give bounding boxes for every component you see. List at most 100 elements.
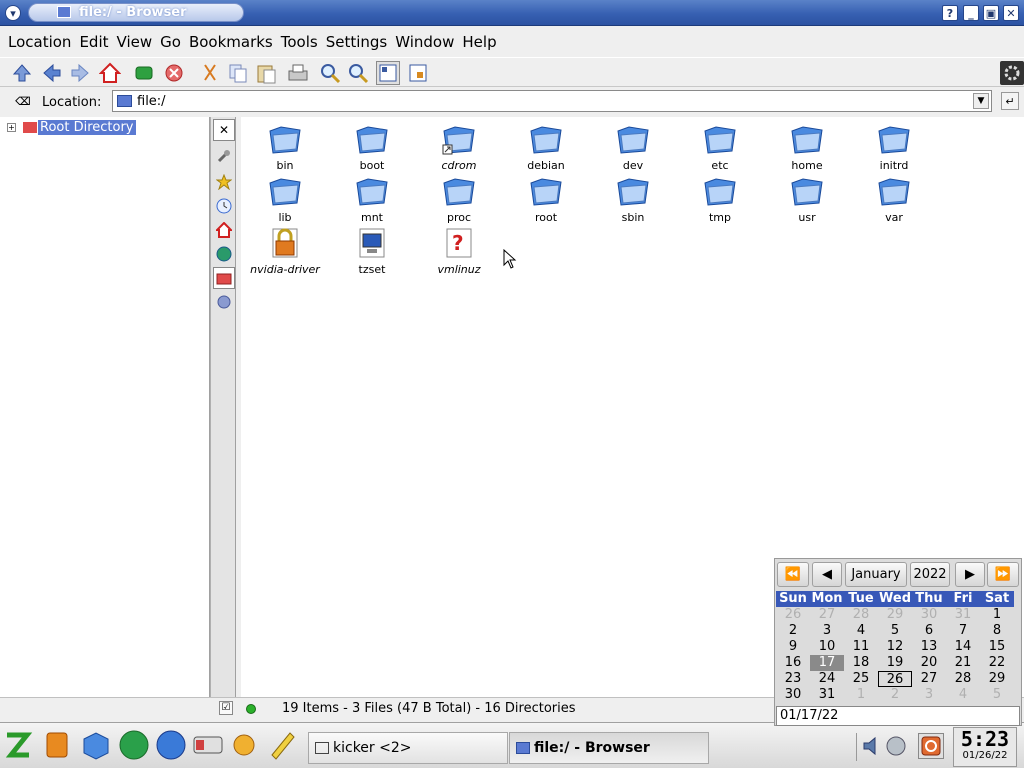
file-item-usr[interactable]: usr	[767, 173, 847, 224]
print-icon[interactable]	[286, 61, 310, 85]
calendar-day[interactable]: 27	[810, 607, 844, 623]
file-item-nvidia-driver[interactable]: nvidia-driver	[245, 225, 325, 276]
calendar-day[interactable]: 5	[878, 623, 912, 639]
task-kicker[interactable]: kicker <2>	[308, 732, 508, 764]
task-browser[interactable]: file:/ - Browser	[509, 732, 709, 764]
user-status-icon[interactable]	[885, 735, 907, 757]
menu-view[interactable]: View	[113, 33, 157, 51]
menu-tools[interactable]: Tools	[277, 33, 322, 51]
minimize-button[interactable]: _	[963, 5, 979, 21]
calendar-day[interactable]: 6	[912, 623, 946, 639]
calendar-day[interactable]: 30	[776, 687, 810, 703]
calendar-day[interactable]: 7	[946, 623, 980, 639]
file-item-sbin[interactable]: sbin	[593, 173, 673, 224]
paste-icon[interactable]	[254, 61, 278, 85]
sidebar-config-icon[interactable]: ☑	[219, 701, 233, 715]
window-titlebar[interactable]: ▾ file:/ - Browser ? _ ▣ ✕	[0, 0, 1024, 26]
maximize-button[interactable]: ▣	[983, 5, 999, 21]
runner-icon[interactable]	[118, 729, 150, 761]
file-item-var[interactable]: var	[854, 173, 934, 224]
forward-icon[interactable]	[68, 61, 92, 85]
file-item-cdrom[interactable]: cdrom	[419, 121, 499, 172]
month-selector[interactable]: January	[845, 562, 907, 587]
calendar-day[interactable]: 8	[980, 623, 1014, 639]
file-item-debian[interactable]: debian	[506, 121, 586, 172]
menu-window[interactable]: Window	[391, 33, 458, 51]
icon-view-icon[interactable]	[376, 61, 400, 85]
file-item-bin[interactable]: bin	[245, 121, 325, 172]
file-item-mnt[interactable]: mnt	[332, 173, 412, 224]
calendar-day[interactable]: 12	[878, 639, 912, 655]
calendar-day[interactable]: 10	[810, 639, 844, 655]
calendar-day[interactable]: 9	[776, 639, 810, 655]
file-item-lib[interactable]: lib	[245, 173, 325, 224]
home-icon[interactable]	[213, 219, 235, 241]
clock-applet[interactable]: 5:23 01/26/22	[953, 727, 1017, 767]
file-item-proc[interactable]: proc	[419, 173, 499, 224]
next-year-button[interactable]: ⏩	[987, 562, 1019, 587]
history-clock-icon[interactable]	[213, 195, 235, 217]
calendar-day[interactable]: 28	[946, 671, 980, 687]
file-item-tzset[interactable]: tzset	[332, 225, 412, 276]
calendar-day[interactable]: 2	[776, 623, 810, 639]
calendar-day[interactable]: 4	[946, 687, 980, 703]
text-editor-icon[interactable]	[266, 729, 298, 761]
calendar-day[interactable]: 31	[810, 687, 844, 703]
calendar-day[interactable]: 28	[844, 607, 878, 623]
next-month-button[interactable]: ▶	[955, 562, 985, 587]
up-icon[interactable]	[10, 61, 34, 85]
wrench-icon[interactable]	[213, 145, 235, 167]
calendar-day[interactable]: 22	[980, 655, 1014, 671]
location-input[interactable]: file:/ ▼	[112, 90, 992, 112]
calendar-day[interactable]: 1	[980, 607, 1014, 623]
calendar-day[interactable]: 24	[810, 671, 844, 687]
calendar-day[interactable]: 19	[878, 655, 912, 671]
root-folder-icon[interactable]	[213, 267, 235, 289]
calendar-day[interactable]: 31	[946, 607, 980, 623]
calendar-day[interactable]: 14	[946, 639, 980, 655]
calendar-day[interactable]: 29	[878, 607, 912, 623]
year-selector[interactable]: 2022	[910, 562, 950, 587]
terminal-icon[interactable]	[192, 731, 224, 759]
calendar-day[interactable]: 29	[980, 671, 1014, 687]
go-button[interactable]: ↵	[1001, 92, 1019, 110]
calendar-day[interactable]: 15	[980, 639, 1014, 655]
file-item-root[interactable]: root	[506, 173, 586, 224]
file-item-initrd[interactable]: initrd	[854, 121, 934, 172]
calendar-day[interactable]: 26	[776, 607, 810, 623]
calendar-day[interactable]: 3	[810, 623, 844, 639]
calendar-day[interactable]: 3	[912, 687, 946, 703]
menu-settings[interactable]: Settings	[322, 33, 392, 51]
kmenu-launcher-icon[interactable]	[3, 729, 33, 761]
zoom-in-icon[interactable]	[318, 61, 342, 85]
menu-go[interactable]: Go	[156, 33, 185, 51]
file-item-boot[interactable]: boot	[332, 121, 412, 172]
file-item-dev[interactable]: dev	[593, 121, 673, 172]
bookmarks-star-icon[interactable]	[213, 171, 235, 193]
date-input[interactable]: 01/17/22	[776, 706, 1020, 726]
calendar-day[interactable]: 4	[844, 623, 878, 639]
tree-item-root[interactable]: Root Directory	[38, 120, 136, 135]
chevron-down-icon[interactable]: ▼	[973, 93, 989, 109]
menu-edit[interactable]: Edit	[75, 33, 112, 51]
expand-icon[interactable]: +	[7, 123, 16, 132]
help-button[interactable]: ?	[942, 5, 958, 21]
calendar-day[interactable]: 23	[776, 671, 810, 687]
close-sidebar-icon[interactable]: ✕	[213, 119, 235, 141]
calendar-day[interactable]: 30	[912, 607, 946, 623]
file-item-home[interactable]: home	[767, 121, 847, 172]
calendar-day[interactable]: 16	[776, 655, 810, 671]
kde-wizard-icon[interactable]	[228, 729, 260, 761]
calendar-day[interactable]: 13	[912, 639, 946, 655]
calendar-grid[interactable]: Sun Mon Tue Wed Thu Fri Sat 26 27 28 29 30 31 1 2 3 4 5 6 7…	[776, 591, 1014, 703]
file-item-tmp[interactable]: tmp	[680, 173, 760, 224]
zoom-out-icon[interactable]	[346, 61, 370, 85]
close-button[interactable]: ✕	[1003, 5, 1019, 21]
calendar-day[interactable]: 17	[810, 655, 844, 671]
cut-icon[interactable]	[198, 61, 222, 85]
menu-location[interactable]: Location	[4, 33, 75, 51]
menu-bookmarks[interactable]: Bookmarks	[185, 33, 277, 51]
network-globe-icon[interactable]	[213, 243, 235, 265]
window-menu-button[interactable]: ▾	[5, 5, 21, 21]
calendar-day[interactable]: 11	[844, 639, 878, 655]
